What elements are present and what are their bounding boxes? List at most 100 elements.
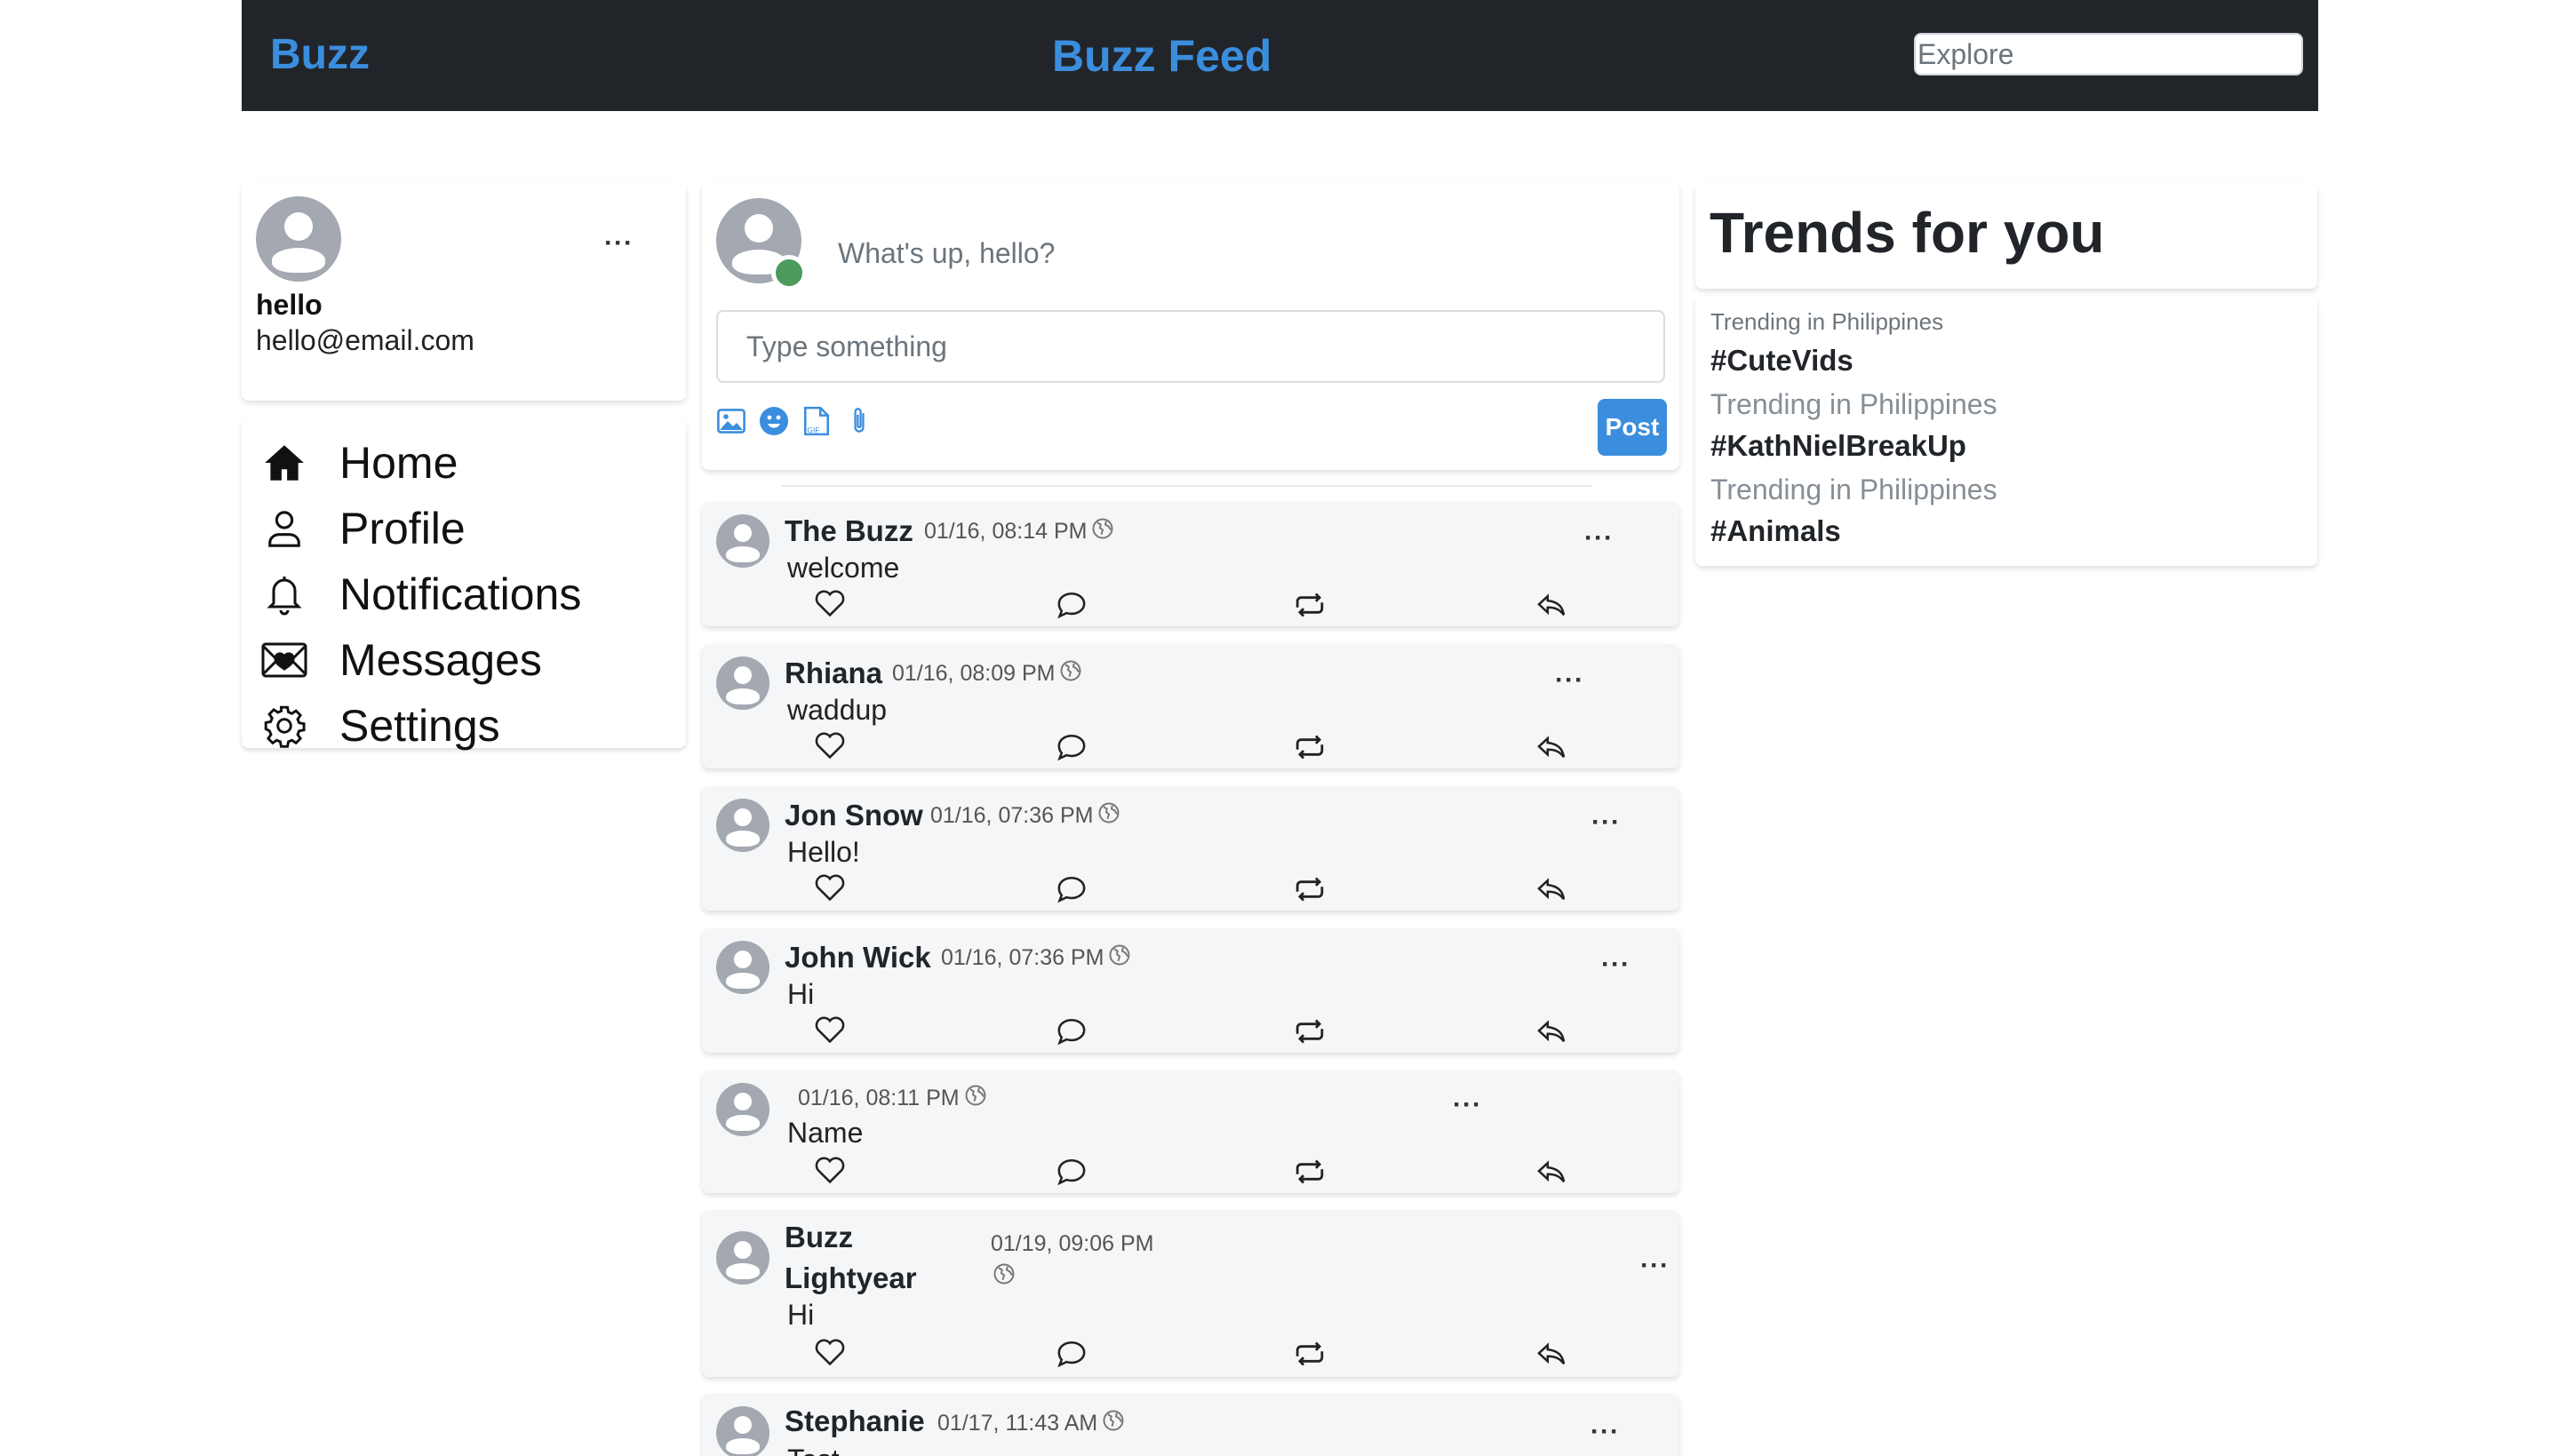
globe-icon: [1103, 1410, 1124, 1437]
reply-icon[interactable]: [1534, 1154, 1569, 1189]
page-title: Buzz Feed: [1052, 31, 1272, 81]
svg-text:GIF: GIF: [807, 426, 819, 434]
post-author[interactable]: The Buzz: [785, 514, 913, 548]
post-text: Hi: [787, 1299, 815, 1331]
retweet-icon[interactable]: [1292, 1154, 1327, 1189]
gif-icon[interactable]: GIF: [800, 404, 833, 438]
globe-icon: [965, 1085, 986, 1112]
sidebar-item-home[interactable]: Home: [259, 432, 458, 494]
trend-context: Trending in Philippines: [1710, 388, 1997, 420]
comment-icon[interactable]: [1054, 587, 1089, 623]
post-author-line1[interactable]: Buzz: [785, 1221, 853, 1254]
trend-context: Trending in Philippines: [1710, 308, 1944, 335]
divider: [782, 485, 1592, 487]
sidebar-item-label: Settings: [339, 701, 500, 751]
brand-logo[interactable]: Buzz: [270, 30, 370, 79]
post-timestamp: 01/16, 08:11 PM: [798, 1086, 960, 1110]
trend-tag-link[interactable]: #KathNielBreakUp: [1710, 429, 1966, 463]
retweet-icon[interactable]: [1292, 871, 1327, 907]
post-meta: 01/16, 07:36 PM: [930, 802, 1120, 830]
comment-icon[interactable]: [1054, 1336, 1089, 1372]
post-author[interactable]: Jon Snow: [785, 799, 923, 832]
trends-list: Trending in Philippines #CuteVids Trendi…: [1695, 296, 2317, 566]
post-card: John Wick 01/16, 07:36 PM ··· Hi: [702, 928, 1679, 1053]
globe-icon: [1060, 660, 1081, 688]
post-menu-ellipsis-icon[interactable]: ···: [1453, 1092, 1482, 1118]
avatar[interactable]: [716, 656, 769, 710]
post-timestamp: 01/17, 11:43 AM: [937, 1411, 1098, 1436]
comment-icon[interactable]: [1054, 1014, 1089, 1049]
reply-icon[interactable]: [1534, 729, 1569, 765]
post-text: waddup: [787, 694, 888, 726]
post-text: Test: [787, 1444, 840, 1456]
heart-icon[interactable]: [812, 1334, 848, 1370]
post-timestamp: 01/16, 07:36 PM: [941, 945, 1104, 970]
trends-header-card: Trends for you: [1695, 182, 2317, 289]
profile-menu-ellipsis-icon[interactable]: ···: [604, 230, 634, 257]
post-text: Name: [787, 1117, 864, 1149]
post-author[interactable]: Rhiana: [785, 656, 882, 690]
retweet-icon[interactable]: [1292, 1336, 1327, 1372]
post-menu-ellipsis-icon[interactable]: ···: [1640, 1253, 1670, 1279]
explore-search-input[interactable]: [1914, 33, 2303, 76]
sidebar-item-label: Home: [339, 438, 458, 488]
heart-icon[interactable]: [812, 728, 848, 763]
avatar[interactable]: [256, 196, 341, 282]
post-menu-ellipsis-icon[interactable]: ···: [1584, 525, 1614, 552]
avatar[interactable]: [716, 514, 769, 568]
post-menu-ellipsis-icon[interactable]: ···: [1601, 951, 1630, 978]
comment-icon[interactable]: [1054, 871, 1089, 907]
globe-icon: [1098, 802, 1120, 830]
post-meta: 01/16, 08:14 PM: [924, 518, 1113, 545]
comment-icon[interactable]: [1054, 729, 1089, 765]
sidebar-item-notifications[interactable]: Notifications: [259, 563, 581, 625]
post-timestamp: 01/19, 09:06 PM: [991, 1231, 1154, 1256]
heart-icon[interactable]: [812, 585, 848, 621]
attachment-icon[interactable]: [842, 404, 876, 438]
post-card: Buzz Lightyear 01/19, 09:06 PM ··· Hi: [702, 1210, 1679, 1377]
reply-icon[interactable]: [1534, 1336, 1569, 1372]
retweet-icon[interactable]: [1292, 1014, 1327, 1049]
sidebar-item-label: Profile: [339, 504, 466, 553]
reply-icon[interactable]: [1534, 587, 1569, 623]
post-menu-ellipsis-icon[interactable]: ···: [1591, 809, 1621, 836]
avatar[interactable]: [716, 1231, 769, 1285]
trend-tag-link[interactable]: #Animals: [1710, 514, 1841, 548]
post-timestamp: 01/16, 08:09 PM: [892, 661, 1056, 686]
post-author[interactable]: Stephanie: [785, 1404, 925, 1438]
comment-icon[interactable]: [1054, 1154, 1089, 1189]
post-card: Jon Snow 01/16, 07:36 PM ··· Hello!: [702, 786, 1679, 911]
heart-icon[interactable]: [812, 1152, 848, 1188]
heart-icon[interactable]: [812, 870, 848, 905]
post-text-input[interactable]: [716, 310, 1665, 383]
reply-icon[interactable]: [1534, 871, 1569, 907]
retweet-icon[interactable]: [1292, 587, 1327, 623]
avatar[interactable]: [716, 1083, 769, 1136]
sidebar-nav: Home Profile Notifications Messages Sett…: [242, 419, 686, 751]
emoji-icon[interactable]: [757, 404, 791, 438]
avatar[interactable]: [716, 1406, 769, 1456]
globe-icon: [1092, 518, 1113, 545]
avatar[interactable]: [716, 799, 769, 852]
post-menu-ellipsis-icon[interactable]: ···: [1590, 1419, 1620, 1445]
post-author[interactable]: John Wick: [785, 941, 931, 975]
post-timestamp: 01/16, 08:14 PM: [924, 519, 1088, 544]
post-text: welcome: [787, 552, 900, 584]
post-author-line2[interactable]: Lightyear: [785, 1261, 917, 1295]
sidebar-item-messages[interactable]: Messages: [259, 629, 542, 691]
post-button[interactable]: Post: [1598, 399, 1667, 456]
post-timestamp: 01/16, 07:36 PM: [930, 803, 1094, 828]
post-meta: 01/16, 08:09 PM: [892, 660, 1081, 688]
post-menu-ellipsis-icon[interactable]: ···: [1555, 667, 1584, 694]
trend-tag-link[interactable]: #CuteVids: [1710, 344, 1853, 378]
heart-icon[interactable]: [812, 1012, 848, 1047]
avatar[interactable]: [716, 941, 769, 994]
retweet-icon[interactable]: [1292, 729, 1327, 765]
post-card: 01/16, 08:11 PM ··· Name: [702, 1070, 1679, 1193]
sidebar-item-label: Messages: [339, 635, 542, 685]
image-icon[interactable]: [714, 404, 748, 438]
sidebar-item-settings[interactable]: Settings: [259, 695, 500, 757]
post-card: Stephanie 01/17, 11:43 AM ··· Test: [702, 1394, 1679, 1456]
reply-icon[interactable]: [1534, 1014, 1569, 1049]
sidebar-item-profile[interactable]: Profile: [259, 497, 466, 560]
